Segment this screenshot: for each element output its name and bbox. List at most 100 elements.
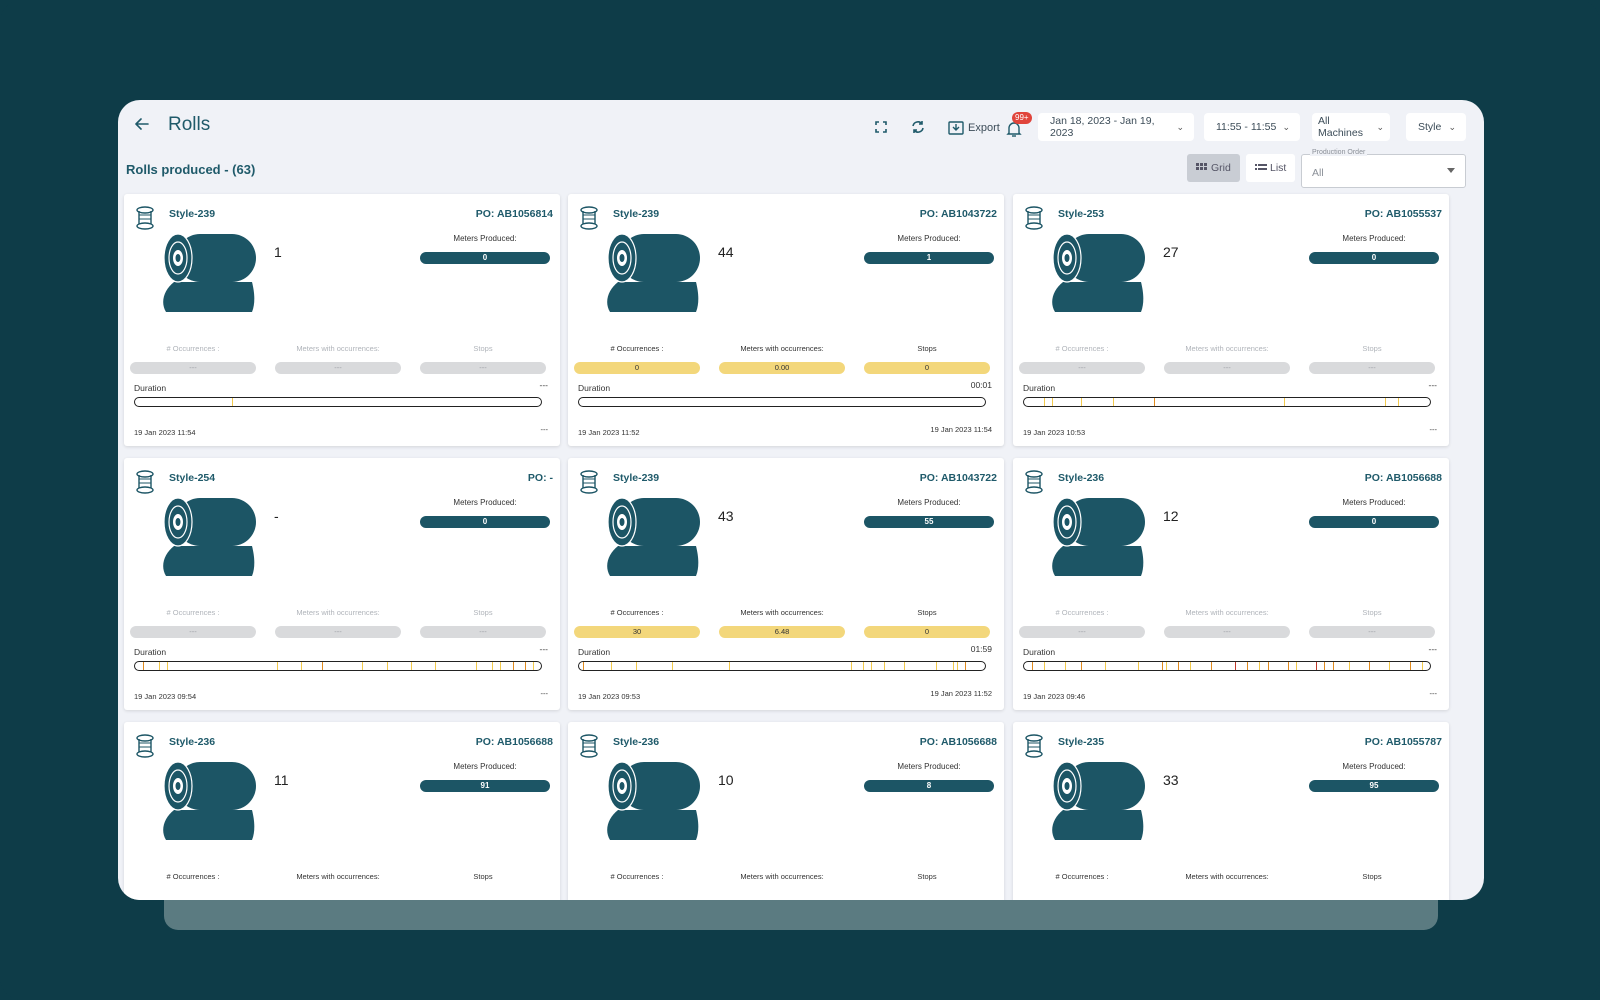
timeline-tick (1283, 398, 1285, 406)
roll-count: 33 (1163, 772, 1179, 788)
duration-timeline (1023, 661, 1431, 671)
spool-icon (134, 470, 156, 494)
timeline-tick (1190, 662, 1192, 670)
roll-icon (1043, 232, 1155, 314)
spool-icon (1023, 206, 1045, 230)
occurrences-value: 30 (574, 626, 700, 638)
card-style: Style-236 (1058, 472, 1105, 484)
card-po: PO: AB1056688 (475, 736, 553, 748)
list-icon (1255, 164, 1267, 170)
end-time: 19 Jan 2023 11:54 (930, 425, 992, 434)
timeline-tick (1259, 662, 1261, 670)
roll-card[interactable]: Style-236 PO: AB1056688 10 Meters Produced:… (568, 722, 1004, 900)
timeline-tick (1210, 662, 1212, 670)
roll-card[interactable]: Style-253 PO: AB1055537 27 Meters Produced:… (1013, 194, 1449, 446)
duration-timeline (134, 661, 542, 671)
meters-produced-label: Meters Produced: (1342, 762, 1406, 771)
end-time: --- (1429, 689, 1438, 698)
meters-with-occurrences-label: Meters with occurrences: (296, 608, 380, 617)
timeline-tick (386, 662, 388, 670)
start-time: 19 Jan 2023 09:54 (134, 692, 197, 701)
time-range-value: 11:55 - 11:55 (1216, 121, 1277, 133)
spool-icon (578, 470, 600, 494)
roll-icon (598, 760, 710, 842)
meters-with-occurrences-label: Meters with occurrences: (296, 344, 380, 353)
refresh-icon[interactable] (909, 118, 927, 136)
card-style: Style-236 (169, 736, 216, 748)
duration-value: 00:01 (970, 380, 992, 390)
meters-with-occurrences-value: --- (1164, 626, 1290, 638)
grid-view-button[interactable]: Grid (1187, 154, 1240, 182)
roll-icon (598, 232, 710, 314)
timeline-tick (611, 662, 613, 670)
stops-label: Stops (917, 608, 937, 617)
stops-label: Stops (1362, 608, 1382, 617)
card-po: PO: - (527, 472, 553, 484)
occurrences-label: # Occurrences : (610, 608, 664, 617)
meters-with-occurrences-label: Meters with occurrences: (1185, 872, 1269, 881)
card-po: PO: AB1043722 (919, 208, 997, 220)
stops-value: 0 (864, 626, 990, 638)
stops-value: --- (420, 362, 546, 374)
roll-icon (1043, 760, 1155, 842)
card-style: Style-239 (169, 208, 216, 220)
list-view-button[interactable]: List (1246, 154, 1296, 182)
group-by-select[interactable]: Style ⌄ (1406, 113, 1466, 141)
timeline-tick (1166, 662, 1168, 670)
timeline-tick (1113, 398, 1115, 406)
timeline-tick (1324, 662, 1326, 670)
timeline-tick (1409, 662, 1411, 670)
roll-card[interactable]: Style-236 PO: AB1056688 12 Meters Produced:… (1013, 458, 1449, 710)
roll-card[interactable]: Style-239 PO: AB1043722 44 Meters Produced:… (568, 194, 1004, 446)
meters-produced-label: Meters Produced: (897, 234, 961, 243)
duration-label: Duration (1023, 383, 1056, 393)
spool-icon (578, 206, 600, 230)
meters-produced-value: 1 (864, 252, 994, 264)
production-order-label: Production Order (1310, 149, 1368, 156)
time-range-select[interactable]: 11:55 - 11:55 ⌄ (1204, 113, 1300, 141)
chevron-down-icon: ⌄ (1282, 121, 1290, 132)
timeline-tick (1137, 662, 1139, 670)
timeline-tick (1397, 398, 1399, 406)
occurrences-label: # Occurrences : (166, 608, 220, 617)
timeline-tick (524, 662, 526, 670)
timeline-tick (863, 662, 865, 670)
meters-with-occurrences-label: Meters with occurrences: (740, 344, 824, 353)
stops-label: Stops (473, 344, 493, 353)
start-time: 19 Jan 2023 09:53 (578, 692, 641, 701)
duration-label: Duration (1023, 647, 1056, 657)
roll-card[interactable]: Style-235 PO: AB1055787 33 Meters Produced:… (1013, 722, 1449, 900)
meters-produced-label: Meters Produced: (1342, 234, 1406, 243)
occurrences-label: # Occurrences : (1055, 608, 1109, 617)
production-order-select[interactable]: Production Order All (1301, 149, 1466, 188)
back-arrow-icon[interactable] (130, 112, 154, 136)
meters-produced-value: 91 (420, 780, 550, 792)
occurrences-label: # Occurrences : (166, 872, 220, 881)
roll-card[interactable]: Style-239 PO: AB1043722 43 Meters Produced:… (568, 458, 1004, 710)
rolls-produced-count: Rolls produced - (63) (126, 162, 256, 177)
roll-count: 11 (274, 772, 289, 788)
date-range-select[interactable]: Jan 18, 2023 - Jan 19, 2023 ⌄ (1038, 113, 1194, 141)
fullscreen-icon[interactable] (872, 118, 890, 136)
roll-count: 27 (1163, 244, 1179, 260)
machines-select[interactable]: All Machines ⌄ (1312, 113, 1390, 141)
roll-card[interactable]: Style-239 PO: AB1056814 1 Meters Produced: 0… (124, 194, 560, 446)
duration-value: --- (1428, 644, 1438, 654)
meters-produced-value: 0 (1309, 252, 1439, 264)
start-time: 19 Jan 2023 10:53 (1023, 428, 1086, 437)
timeline-tick (1044, 662, 1046, 670)
meters-produced-value: 95 (1309, 780, 1439, 792)
timeline-tick (232, 398, 234, 406)
roll-card[interactable]: Style-254 PO: - - Meters Produced: 0 # Occurr… (124, 458, 560, 710)
export-button[interactable]: Export (948, 120, 1000, 136)
roll-card[interactable]: Style-236 PO: AB1056688 11 Meters Produced:… (124, 722, 560, 900)
sub-bar: Rolls produced - (63) Grid List Producti… (118, 149, 1484, 192)
start-time: 19 Jan 2023 11:54 (134, 428, 196, 437)
timeline-tick (143, 662, 145, 670)
card-style: Style-254 (169, 472, 216, 484)
meters-with-occurrences-value: 0.00 (719, 362, 845, 374)
timeline-tick (729, 662, 731, 670)
occurrences-label: # Occurrences : (610, 872, 664, 881)
timeline-tick (411, 662, 413, 670)
timeline-tick (956, 662, 958, 670)
